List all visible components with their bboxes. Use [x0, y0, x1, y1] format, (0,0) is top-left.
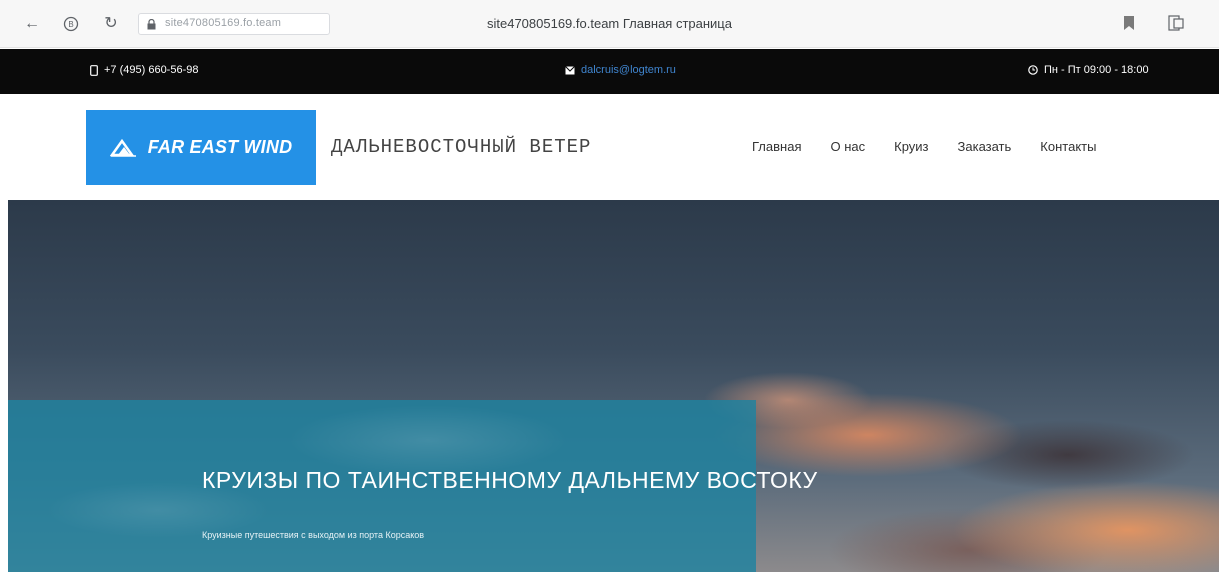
nav-contacts[interactable]: Контакты [1040, 139, 1096, 154]
logo-text: FAR EAST WIND [147, 137, 293, 157]
email-address: dalcruis@logtem.ru [581, 64, 676, 76]
main-nav: Главная О нас Круиз Заказать Контакты [752, 139, 1096, 154]
nav-about[interactable]: О нас [830, 139, 865, 154]
phone-contact[interactable]: +7 (495) 660-56-98 [90, 64, 198, 76]
extension-icon[interactable] [1167, 14, 1185, 32]
reader-icon[interactable]: B [60, 13, 82, 35]
hours-text: Пн - Пт 09:00 - 18:00 [1044, 64, 1149, 76]
nav-cruise[interactable]: Круиз [894, 139, 928, 154]
nav-order[interactable]: Заказать [958, 139, 1012, 154]
sail-icon [109, 138, 136, 157]
hero-banner: КРУИЗЫ ПО ТАИНСТВЕННОМУ ДАЛЬНЕМУ ВОСТОКУ… [8, 200, 1219, 572]
back-arrow-icon[interactable]: ← [21, 13, 43, 35]
svg-text:B: B [68, 20, 73, 29]
phone-icon [90, 64, 98, 76]
url-text: site470805169.fo.team [165, 17, 282, 29]
site-tagline: ДАЛЬНЕВОСТОЧНЫЙ ВЕТЕР [331, 136, 592, 158]
envelope-icon [565, 65, 575, 74]
browser-toolbar: ← B ↻ site470805169.fo.team site47080516… [0, 0, 1219, 48]
bookmark-icon[interactable] [1123, 15, 1135, 31]
clock-icon [1028, 65, 1038, 75]
hero-subtitle: Круизные путешествия с выходом из порта … [202, 530, 425, 540]
top-info-bar: +7 (495) 660-56-98 dalcruis@logtem.ru Пн… [0, 49, 1219, 94]
logo[interactable]: FAR EAST WIND [86, 110, 316, 185]
nav-home[interactable]: Главная [752, 139, 801, 154]
lock-icon [147, 19, 156, 30]
site-header: FAR EAST WIND ДАЛЬНЕВОСТОЧНЫЙ ВЕТЕР Глав… [0, 94, 1219, 200]
phone-number: +7 (495) 660-56-98 [104, 64, 199, 76]
reload-icon[interactable]: ↻ [100, 13, 122, 35]
hero-title: КРУИЗЫ ПО ТАИНСТВЕННОМУ ДАЛЬНЕМУ ВОСТОКУ [202, 467, 818, 493]
working-hours: Пн - Пт 09:00 - 18:00 [1028, 64, 1149, 76]
email-contact[interactable]: dalcruis@logtem.ru [565, 64, 676, 76]
address-bar[interactable]: site470805169.fo.team [138, 13, 330, 35]
